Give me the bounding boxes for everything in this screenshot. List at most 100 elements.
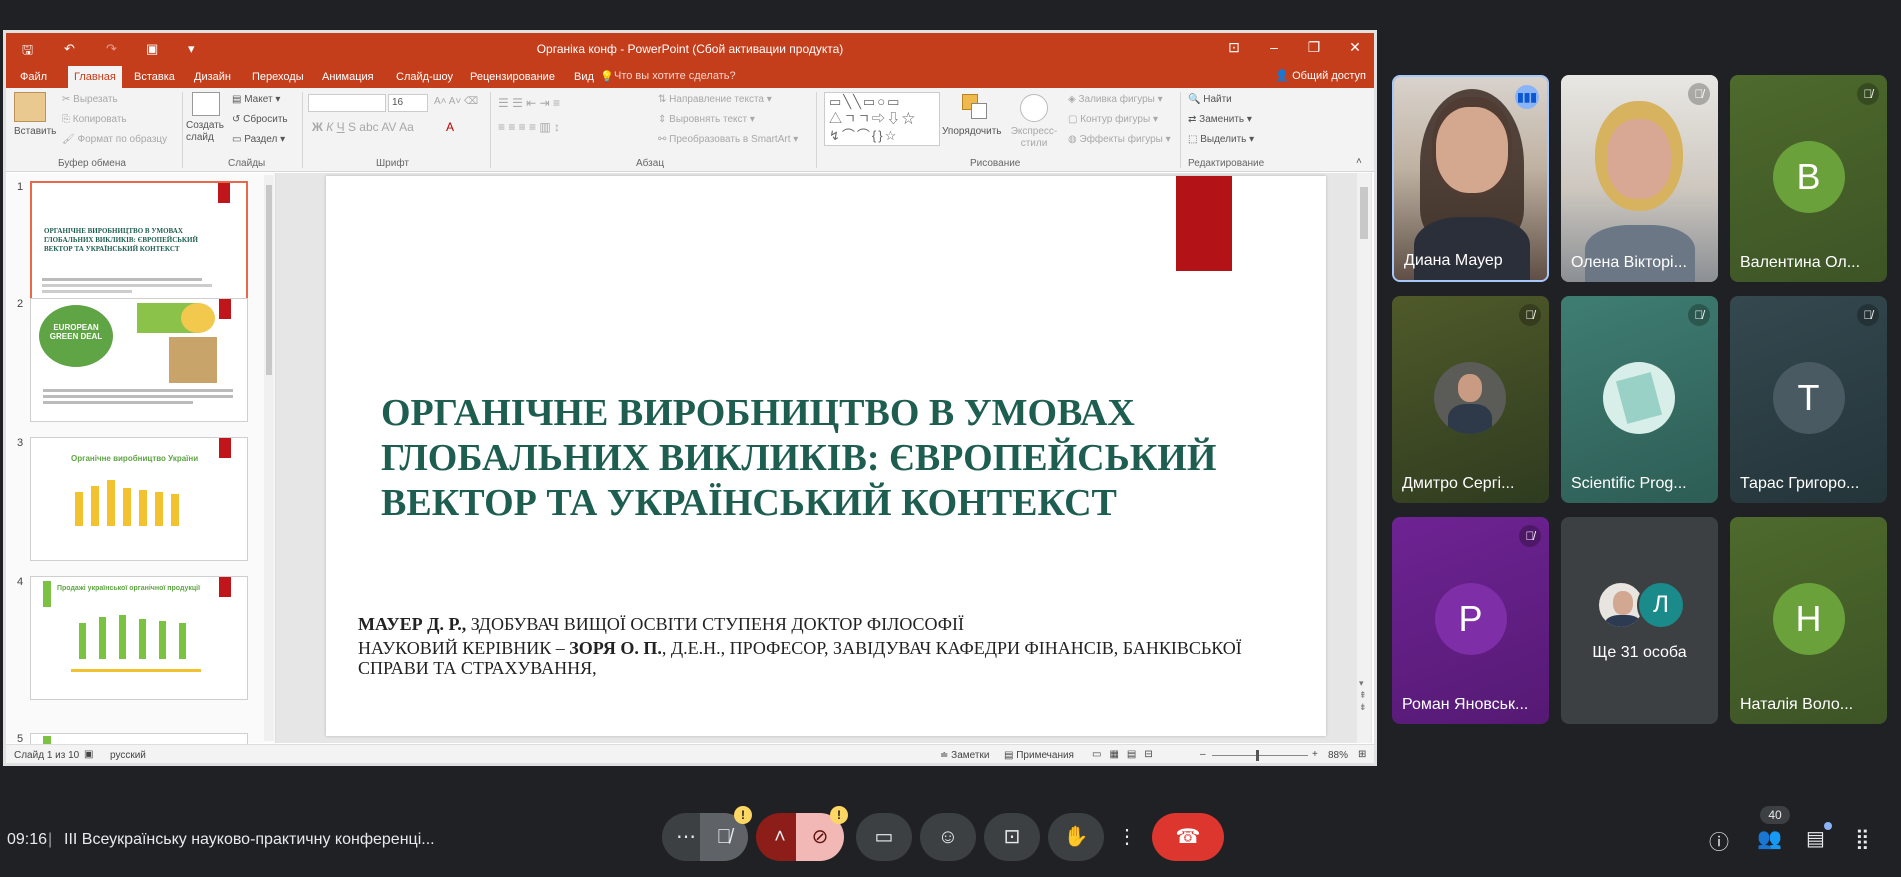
participant-tile[interactable]: 🎙̸ Scientific Prog...: [1561, 296, 1718, 503]
participant-tile[interactable]: Т 🎙̸ Тарас Григоро...: [1730, 296, 1887, 503]
list-buttons[interactable]: ☰ ☰ ⇤ ⇥ ≡: [498, 96, 560, 110]
tab-review[interactable]: Рецензирование: [464, 66, 561, 88]
slide-title[interactable]: ОРГАНІЧНЕ ВИРОБНИЦТВО В УМОВАХ ГЛОБАЛЬНИ…: [381, 391, 1261, 526]
shape-fill-button[interactable]: ◈ Заливка фигуры ▾: [1068, 94, 1163, 105]
others-tile[interactable]: Л Ще 31 особа: [1561, 517, 1718, 724]
tab-file[interactable]: Файл: [14, 66, 53, 88]
thumbnail-bar: [139, 490, 147, 526]
tab-slideshow[interactable]: Слайд-шоу: [390, 66, 459, 88]
tab-insert[interactable]: Вставка: [128, 66, 181, 88]
participant-tile[interactable]: 🎙̸ Дмитро Сергі...: [1392, 296, 1549, 503]
slide-scrollbar-thumb[interactable]: [1360, 187, 1368, 239]
emoji-button[interactable]: ☺: [920, 813, 976, 861]
tell-me-search[interactable]: Что вы хотите сделать?: [614, 70, 736, 82]
align-text-button[interactable]: ⇕ Выровнять текст ▾: [658, 114, 755, 125]
arrange-icon[interactable]: [962, 94, 988, 120]
participant-tile[interactable]: 🎙̸ Олена Вікторі...: [1561, 75, 1718, 282]
shape-effects-button[interactable]: ◍ Эффекты фигуры ▾: [1068, 134, 1171, 145]
zoom-out-icon[interactable]: –: [1200, 749, 1206, 760]
tab-design[interactable]: Дизайн: [188, 66, 237, 88]
reset-button[interactable]: ↺ Сбросить: [232, 114, 288, 125]
view-buttons[interactable]: ▭▦▤⊟: [1092, 749, 1161, 760]
slide-nav-icons[interactable]: ▾ ⇞ ⇟: [1359, 677, 1367, 713]
spellcheck-icon[interactable]: ▣: [84, 749, 93, 760]
tab-animations[interactable]: Анимация: [316, 66, 380, 88]
shape-outline-button[interactable]: ▢ Контур фигуры ▾: [1068, 114, 1158, 125]
activities-grid-icon[interactable]: ⣿: [1855, 826, 1870, 851]
copy-button[interactable]: ⎘ Копировать: [62, 114, 127, 125]
more-options-button[interactable]: ⋮: [1112, 813, 1142, 861]
captions-button[interactable]: ▭: [856, 813, 912, 861]
warning-icon: !: [734, 806, 752, 824]
current-slide[interactable]: ОРГАНІЧНЕ ВИРОБНИЦТВО В УМОВАХ ГЛОБАЛЬНИ…: [326, 176, 1326, 736]
quick-styles-icon[interactable]: [1020, 94, 1048, 122]
chat-icon[interactable]: ▤: [1806, 826, 1825, 851]
people-icon[interactable]: 👥: [1757, 826, 1782, 851]
slide-thumbnail-1[interactable]: ОРГАНІЧНЕ ВИРОБНИЦТВО В УМОВАХ ГЛОБАЛЬНИ…: [30, 181, 248, 305]
smartart-button[interactable]: ⚯ Преобразовать в SmartArt ▾: [658, 134, 798, 145]
zoom-level[interactable]: 88%: [1328, 750, 1348, 761]
font-color-icon[interactable]: A: [446, 120, 454, 134]
slide-thumbnail-3[interactable]: Органічне виробництво України: [30, 437, 248, 561]
participant-tile[interactable]: Н Наталія Воло...: [1730, 517, 1887, 724]
layout-label: Макет: [244, 94, 273, 105]
paste-icon[interactable]: [14, 92, 46, 122]
panel-scrollbar-thumb[interactable]: [266, 185, 272, 375]
shape-effects-label: Эффекты фигуры: [1079, 134, 1163, 145]
mic-toggle-button[interactable]: 🎙̸!: [700, 806, 752, 861]
paste-button[interactable]: Вставить: [14, 126, 56, 137]
slide-supervisor-line[interactable]: НАУКОВИЙ КЕРІВНИК – ЗОРЯ О. П., Д.Е.Н., …: [358, 638, 1258, 678]
slide-scrollbar[interactable]: ▾ ⇞ ⇟: [1357, 173, 1371, 743]
font-name-field[interactable]: [308, 94, 386, 112]
section-button[interactable]: ▭ Раздел ▾: [232, 134, 285, 145]
meeting-title[interactable]: ІІІ Всеукраїнську науково-практичну конф…: [64, 831, 435, 849]
font-style-buttons[interactable]: Ж К Ч S abc AV Aa: [312, 120, 414, 134]
text-direction-button[interactable]: ⇅ Направление текста ▾: [658, 94, 772, 105]
close-button[interactable]: ✕: [1343, 39, 1367, 56]
tab-transitions[interactable]: Переходы: [246, 66, 310, 88]
participant-tile[interactable]: Р 🎙̸ Роман Яновськ...: [1392, 517, 1549, 724]
raise-hand-button[interactable]: ✋: [1048, 813, 1104, 861]
participant-name: Дмитро Сергі...: [1402, 475, 1515, 492]
font-group-label: Шрифт: [376, 158, 409, 169]
camera-toggle-button[interactable]: ⊘!: [796, 806, 848, 861]
layout-button[interactable]: ▤ Макет ▾: [232, 94, 280, 105]
zoom-slider[interactable]: [1212, 755, 1308, 756]
select-button[interactable]: ⬚ Выделить ▾: [1188, 134, 1254, 145]
format-painter-button[interactable]: 🖌 Формат по образцу: [62, 134, 167, 145]
language[interactable]: русский: [110, 750, 146, 761]
restore-button[interactable]: ❐: [1302, 39, 1326, 56]
align-buttons[interactable]: ≡ ≡ ≡ ≡ ▥ ↕: [498, 120, 560, 134]
tab-home[interactable]: Главная: [68, 66, 122, 88]
cut-button[interactable]: ✂ Вырезать: [62, 94, 118, 105]
leave-call-button[interactable]: ☎: [1152, 813, 1224, 861]
share-button[interactable]: 👤 Общий доступ: [1275, 69, 1366, 82]
slide-thumbnail-4[interactable]: Продажі української органічної продукції: [30, 576, 248, 700]
collapse-ribbon-icon[interactable]: ˄: [1356, 156, 1362, 167]
participant-tile[interactable]: В 🎙̸ Валентина Ол...: [1730, 75, 1887, 282]
participant-tile[interactable]: ▮▮▮ Диана Мауер: [1392, 75, 1549, 282]
fit-slide-icon[interactable]: ⊞: [1358, 749, 1366, 760]
slide-number: 1: [17, 181, 24, 193]
slide-thumbnail-2[interactable]: EUROPEAN GREEN DEAL: [30, 298, 248, 422]
arrange-button[interactable]: Упорядочить: [942, 126, 1002, 137]
shapes-gallery[interactable]: ▭╲╲▭○▭ △ㄱㄱ⇨⇩☆ ↯⌒⌒{}☆: [824, 92, 940, 146]
quick-styles-button[interactable]: Экспресс-стили: [1006, 126, 1062, 150]
present-button[interactable]: ⊡: [984, 813, 1040, 861]
new-slide-icon[interactable]: [192, 92, 220, 116]
zoom-slider-thumb[interactable]: [1256, 750, 1259, 761]
select-label: Выделить: [1200, 134, 1247, 145]
new-slide-button[interactable]: Создать слайд: [186, 120, 230, 144]
notes-button[interactable]: ≐ Заметки: [940, 750, 989, 761]
tab-view[interactable]: Вид: [568, 66, 600, 88]
ribbon-display-icon[interactable]: ⊡: [1222, 39, 1246, 56]
minimize-button[interactable]: –: [1262, 39, 1286, 55]
grow-font-icon[interactable]: A˄ A˅ ⌫: [434, 96, 478, 107]
replace-button[interactable]: ⇄ Заменить ▾: [1188, 114, 1252, 125]
zoom-in-icon[interactable]: +: [1312, 749, 1318, 760]
slide-author-line[interactable]: МАУЕР Д. Р., ЗДОБУВАЧ ВИЩОЇ ОСВІТИ СТУПЕ…: [358, 614, 964, 635]
font-size-field[interactable]: 16: [388, 94, 428, 112]
comments-button[interactable]: ▤ Примечания: [1004, 750, 1074, 761]
find-button[interactable]: 🔍 Найти: [1188, 94, 1232, 105]
meeting-info-icon[interactable]: ⓘ: [1709, 826, 1729, 855]
